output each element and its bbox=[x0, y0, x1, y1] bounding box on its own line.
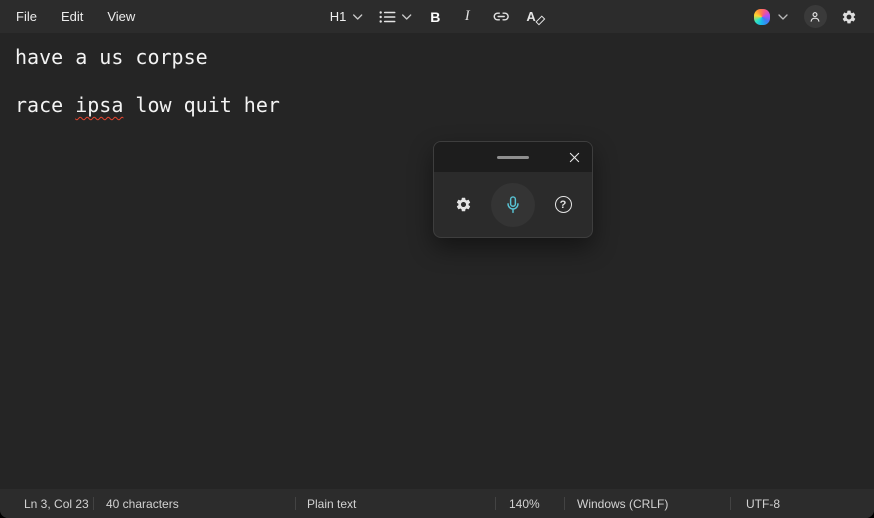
clear-formatting-button[interactable]: A bbox=[520, 4, 550, 30]
microphone-icon bbox=[502, 194, 524, 216]
microphone-button[interactable] bbox=[491, 182, 535, 227]
cursor-position: Ln 3, Col 23 bbox=[24, 496, 89, 511]
link-button[interactable] bbox=[485, 4, 516, 30]
copilot-icon bbox=[754, 8, 770, 25]
help-icon: ? bbox=[554, 196, 572, 213]
heading-style-dropdown[interactable]: H1 bbox=[324, 4, 369, 30]
avatar bbox=[803, 5, 827, 28]
misspelled-word: ipsa bbox=[75, 93, 124, 117]
voice-help-button[interactable]: ? bbox=[548, 190, 578, 220]
heading-style-label: H1 bbox=[329, 9, 347, 24]
italic-button[interactable]: I bbox=[453, 4, 481, 30]
zoom-level: 140% bbox=[495, 489, 564, 518]
text-editor[interactable]: have a us corpse race ipsa low quit her bbox=[0, 33, 874, 489]
close-icon bbox=[569, 152, 579, 162]
voice-typing-dialog: ? bbox=[433, 141, 593, 238]
text-segment: have a us corpse bbox=[15, 45, 208, 69]
voice-dialog-body: ? bbox=[434, 172, 592, 237]
editor-line: have a us corpse bbox=[15, 45, 859, 69]
drag-handle[interactable] bbox=[497, 155, 529, 159]
text-segment: race bbox=[15, 93, 76, 117]
account-button[interactable] bbox=[800, 3, 830, 31]
voice-dialog-titlebar[interactable] bbox=[434, 142, 592, 172]
menubar: File Edit View bbox=[0, 3, 147, 30]
character-count: 40 characters bbox=[93, 489, 295, 518]
person-icon bbox=[810, 11, 820, 22]
editor-line: race ipsa low quit her bbox=[15, 93, 859, 117]
close-button[interactable] bbox=[562, 145, 586, 169]
menu-file[interactable]: File bbox=[4, 3, 49, 30]
titlebar-right bbox=[746, 3, 874, 31]
italic-icon: I bbox=[464, 8, 470, 24]
gear-icon bbox=[841, 9, 857, 25]
menu-edit[interactable]: Edit bbox=[49, 3, 95, 30]
titlebar: File Edit View H1 B I A bbox=[0, 0, 874, 33]
chevron-down-icon bbox=[401, 13, 411, 20]
list-style-dropdown[interactable] bbox=[372, 4, 417, 30]
line-ending: Windows (CRLF) bbox=[564, 489, 730, 518]
chevron-down-icon bbox=[778, 13, 788, 20]
bold-button[interactable]: B bbox=[421, 4, 449, 30]
encoding: UTF-8 bbox=[730, 489, 874, 518]
link-icon bbox=[491, 7, 510, 26]
voice-settings-button[interactable] bbox=[448, 190, 478, 220]
text-segment: low quit her bbox=[123, 93, 280, 117]
notepad-window: File Edit View H1 B I A have a us corpse… bbox=[0, 0, 874, 518]
settings-button[interactable] bbox=[834, 3, 864, 31]
menu-view[interactable]: View bbox=[95, 3, 147, 30]
bold-icon: B bbox=[430, 8, 441, 25]
copilot-dropdown-button[interactable] bbox=[746, 4, 796, 30]
document-type: Plain text bbox=[295, 489, 495, 518]
bulleted-list-icon bbox=[378, 10, 396, 24]
clear-formatting-icon: A bbox=[526, 9, 545, 26]
chevron-down-icon bbox=[352, 13, 362, 20]
formatting-toolbar: H1 B I A bbox=[324, 0, 551, 33]
statusbar: Ln 3, Col 23 40 characters Plain text 14… bbox=[0, 489, 874, 518]
gear-icon bbox=[455, 196, 472, 213]
